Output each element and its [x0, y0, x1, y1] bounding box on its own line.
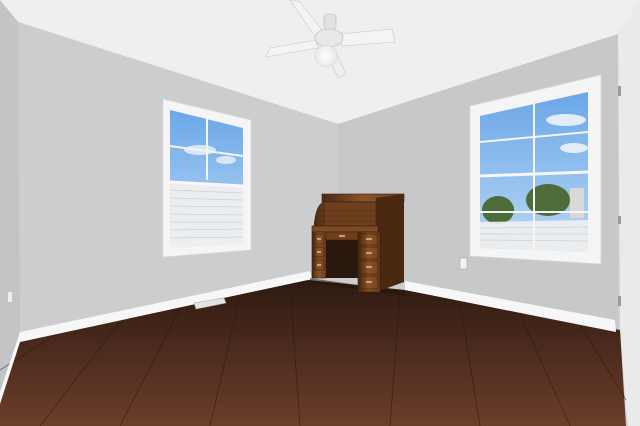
fan-motor [314, 28, 344, 48]
fan-downrod [323, 13, 337, 31]
roll-top-desk [310, 193, 406, 296]
door-hinge [618, 86, 621, 96]
room-photo [0, 0, 640, 426]
door-hinge [618, 296, 621, 306]
wall-outlet [8, 292, 12, 302]
desk-kneehole [326, 240, 358, 278]
right-window [469, 74, 602, 265]
light-globe [314, 44, 338, 68]
wall-outlet [459, 257, 468, 270]
left-window [162, 98, 252, 258]
left-wall [0, 0, 20, 400]
desk-writing-surface [311, 225, 379, 233]
outdoor-house [570, 188, 584, 218]
desk-tambour [323, 201, 377, 227]
door-hinge [618, 216, 621, 224]
